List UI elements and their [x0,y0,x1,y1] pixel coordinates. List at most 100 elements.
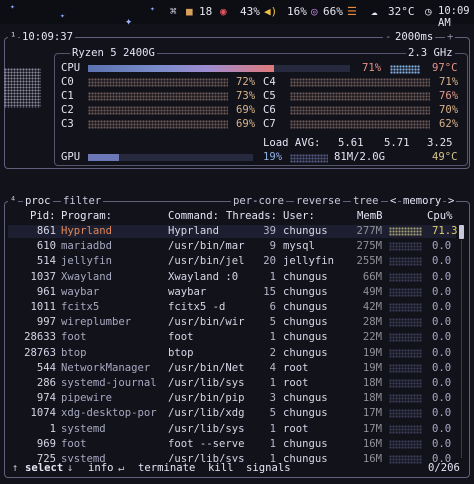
process-command: /usr/lib/sys [168,422,245,435]
process-pid: 28633 [24,331,56,344]
process-user: mysql [283,240,315,253]
footer-info[interactable]: info [86,462,116,474]
process-command: /usr/lib/xdg [168,407,245,420]
enter-icon: ↵ [116,462,127,474]
load-avg-1: 5.61 [338,137,364,149]
process-count: 0/206 [426,462,462,474]
process-cpu: 71.3 [432,225,458,237]
hamburger-icon[interactable]: ☰ [347,5,357,18]
process-program: wireplumber [61,316,132,329]
process-cpu-graph [389,455,422,464]
col-pid[interactable]: Pid: [30,210,56,223]
process-command: /usr/bin/Net [168,361,245,374]
footer-signals[interactable]: signals [244,462,293,474]
weather-icon: ☁ [371,5,378,18]
memory-usage[interactable]: 66% [323,5,343,18]
command-key-icon[interactable]: ⌘ [170,5,177,18]
tab-reverse[interactable]: reverse [294,195,343,207]
process-user: chungus [283,225,328,237]
update-interval[interactable]: 2000ms [393,31,436,43]
process-threads: 20 [263,255,276,268]
core-label: C4 [263,76,276,88]
process-program: NetworkManager [61,361,151,374]
tab-tree[interactable]: tree [351,195,381,207]
process-cpu: 0.0 [432,422,452,435]
proc-box-marker: ⁴ [8,195,19,207]
tab-proc[interactable]: proc [23,195,53,207]
process-mem: 17M [362,407,382,420]
core-label: C0 [61,76,74,88]
process-user: chungus [283,316,328,329]
core-graph [88,106,228,115]
process-mem: 18M [362,377,382,389]
sort-next-button[interactable]: > [446,195,457,207]
core-graph [290,120,430,129]
process-pid: 997 [36,316,56,329]
col-threads[interactable]: Threads: [226,210,277,223]
record-icon[interactable]: ◉ [220,5,227,18]
process-pid: 969 [36,437,56,450]
process-cpu-graph [389,303,422,312]
process-pid: 961 [36,285,56,298]
process-user: chungus [283,301,328,313]
down-arrow-icon: ↓ [65,462,76,474]
core-pct: 70% [439,104,459,116]
tab-filter[interactable]: filter [61,195,104,207]
process-mem: 19M [362,361,382,374]
process-cpu: 0.0 [432,255,452,268]
sort-field[interactable]: memory [401,195,444,207]
core-pct: 62% [439,118,459,130]
process-threads: 6 [269,301,276,313]
footer-kill[interactable]: kill [206,462,236,474]
cpu-total-temp: 97°C [432,62,458,74]
gpu-memory: 81M/2.0G [334,151,386,163]
updates-count[interactable]: 18 [199,5,212,18]
process-pid: 514 [36,255,56,268]
process-user: root [283,377,309,389]
process-user: chungus [283,407,328,420]
temperature[interactable]: 32°C [388,5,415,18]
process-threads: 15 [263,285,276,298]
process-pid: 861 [36,225,56,237]
process-cpu-graph [389,272,422,282]
process-mem: 16M [362,437,382,450]
process-pid: 286 [36,377,56,389]
process-cpu-graph [389,409,422,419]
clock[interactable]: 10:09 AM [438,5,474,29]
cpu-total-pct: 71% [362,62,382,74]
scrollbar-track[interactable] [461,240,462,458]
footer-select[interactable]: select [23,462,66,474]
core-pct: 76% [439,90,459,102]
process-command: foot [168,331,194,344]
col-mem[interactable]: MemB [357,210,383,223]
process-mem: 42M [362,301,382,313]
volume-icon[interactable]: ◀) [264,5,277,18]
sort-prev-button[interactable]: < [388,195,399,207]
col-program[interactable]: Program: [61,210,112,223]
process-mem: 22M [362,331,382,344]
core-graph [290,92,430,101]
process-program: btop [61,346,87,359]
col-user[interactable]: User: [283,210,315,223]
process-command: /usr/lib/sys [168,377,245,389]
col-cpu[interactable]: Cpu% [427,210,453,223]
cpu-model: Ryzen 5 2400G [70,47,157,59]
process-cpu: 0.0 [432,377,452,389]
process-cpu: 0.0 [432,392,452,405]
interval-minus[interactable]: - [383,31,394,43]
process-user: chungus [283,346,328,359]
col-command[interactable]: Command: [168,210,219,223]
interval-plus[interactable]: + [445,31,456,43]
process-user: chungus [283,437,328,450]
decor-star-icon: ✦ [125,14,133,28]
footer-terminate[interactable]: terminate [136,462,198,474]
process-threads: 3 [269,392,276,405]
process-threads: 39 [263,225,276,237]
brightness-value[interactable]: 16% [287,5,307,18]
core-label: C1 [61,90,74,102]
core-label: C6 [263,104,276,116]
tab-per-core[interactable]: per-core [231,195,287,207]
cpu-usage[interactable]: 43% [240,5,260,18]
scrollbar-thumb[interactable] [459,225,464,239]
process-cpu: 0.0 [432,331,452,344]
